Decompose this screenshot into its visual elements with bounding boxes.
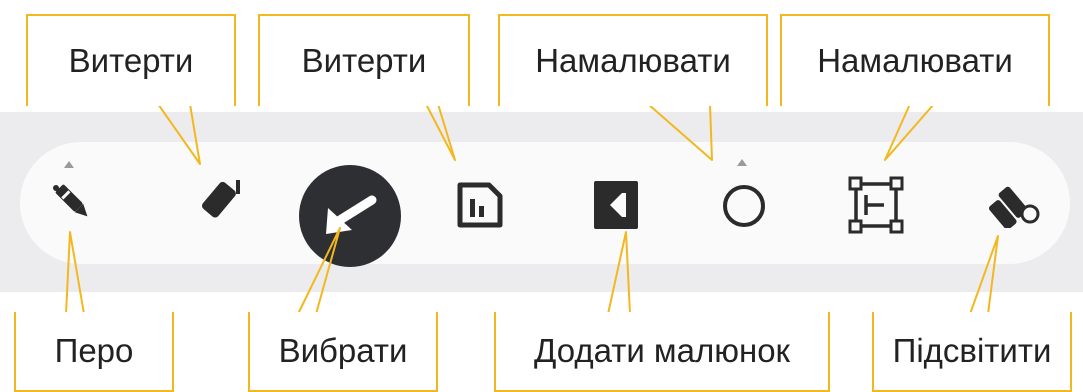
select-arrow-icon <box>299 165 401 267</box>
callout-select: Вибрати <box>248 312 438 392</box>
chart-page-tool-button[interactable] <box>455 180 505 230</box>
callout-highlight: Підсвітити <box>872 312 1072 392</box>
circle-shape-icon <box>723 185 765 227</box>
callout-add-picture: Додати малюнок <box>494 312 830 392</box>
drawing-toolbar <box>20 142 1070 264</box>
highlighter-icon <box>989 186 1040 228</box>
frame-shape-tool-button[interactable] <box>848 176 904 234</box>
circle-shape-tool-button[interactable] <box>720 180 768 230</box>
chart-page-icon <box>457 182 503 228</box>
callout-draw-1: Намалювати <box>498 14 768 106</box>
pen-options-caret[interactable] <box>64 161 74 168</box>
add-image-icon <box>594 181 638 229</box>
select-tool-button[interactable] <box>298 164 402 268</box>
eraser-icon <box>201 180 240 218</box>
shape-options-caret[interactable] <box>737 159 747 166</box>
callout-draw-2: Намалювати <box>780 14 1050 106</box>
callout-pen: Перо <box>14 312 174 392</box>
callout-erase-2: Витерти <box>258 14 470 106</box>
callout-erase-1: Витерти <box>26 14 236 106</box>
pen-tool-button[interactable] <box>48 176 100 230</box>
eraser-tool-button[interactable] <box>190 176 244 228</box>
pen-icon <box>53 184 88 217</box>
frame-shape-icon <box>848 176 904 234</box>
add-image-tool-button[interactable] <box>594 181 638 229</box>
highlighter-tool-button[interactable] <box>982 178 1044 228</box>
